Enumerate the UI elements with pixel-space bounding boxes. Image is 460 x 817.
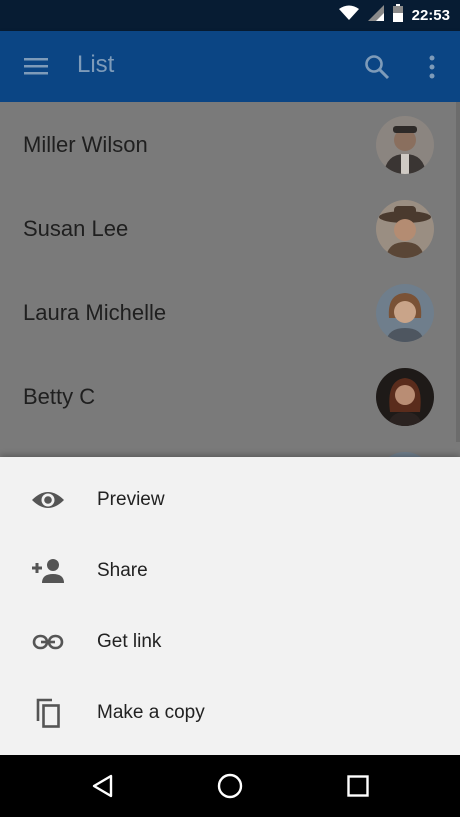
- avatar: [376, 116, 434, 174]
- status-bar: 22:53: [0, 0, 460, 31]
- sheet-item-make-copy[interactable]: Make a copy: [0, 677, 460, 748]
- back-icon: [92, 774, 113, 798]
- page-title: List: [77, 51, 115, 78]
- sheet-item-label: Get link: [97, 631, 162, 652]
- scrollbar[interactable]: [456, 102, 460, 442]
- sheet-item-share[interactable]: Share: [0, 535, 460, 606]
- recents-button[interactable]: [344, 772, 372, 800]
- avatar: [376, 284, 434, 342]
- more-options-button[interactable]: [420, 53, 444, 81]
- list-item-name: Susan Lee: [23, 216, 129, 241]
- list-item[interactable]: Betty C: [0, 355, 460, 439]
- list-item[interactable]: Miller Wilson: [0, 103, 460, 187]
- list-item-name: Laura Michelle: [23, 300, 167, 325]
- bottom-sheet: Preview Share Get link Make a copy: [0, 457, 460, 755]
- avatar: [376, 368, 434, 426]
- contact-list: Miller Wilson Susan Lee Laura Michelle B…: [0, 102, 460, 510]
- person-add-icon: [31, 556, 65, 586]
- wifi-icon: [338, 5, 359, 26]
- app-bar: List: [0, 31, 460, 102]
- list-item-name: Betty C: [23, 384, 96, 409]
- search-button[interactable]: [363, 53, 391, 81]
- list-item[interactable]: Laura Michelle: [0, 271, 460, 355]
- menu-button[interactable]: [23, 53, 49, 79]
- status-icons: 22:53: [338, 0, 450, 31]
- sheet-item-get-link[interactable]: Get link: [0, 606, 460, 677]
- list-item[interactable]: Susan Lee: [0, 187, 460, 271]
- search-icon: [365, 55, 390, 80]
- home-icon: [217, 773, 243, 799]
- list-item-name: Miller Wilson: [23, 132, 148, 157]
- eye-icon: [31, 485, 65, 515]
- avatar: [376, 200, 434, 258]
- sheet-item-label: Share: [97, 560, 148, 581]
- navigation-bar: [0, 755, 460, 817]
- link-icon: [31, 627, 65, 657]
- signal-icon: [367, 5, 384, 26]
- home-button[interactable]: [216, 772, 244, 800]
- sheet-item-label: Make a copy: [97, 702, 205, 723]
- sheet-item-label: Preview: [97, 489, 165, 510]
- recents-icon: [347, 775, 369, 797]
- more-vert-icon: [429, 55, 435, 79]
- copy-icon: [31, 698, 65, 728]
- back-button[interactable]: [89, 772, 117, 800]
- status-time: 22:53: [411, 7, 450, 24]
- sheet-item-preview[interactable]: Preview: [0, 464, 460, 535]
- menu-icon: [24, 58, 48, 75]
- battery-icon: [392, 4, 403, 27]
